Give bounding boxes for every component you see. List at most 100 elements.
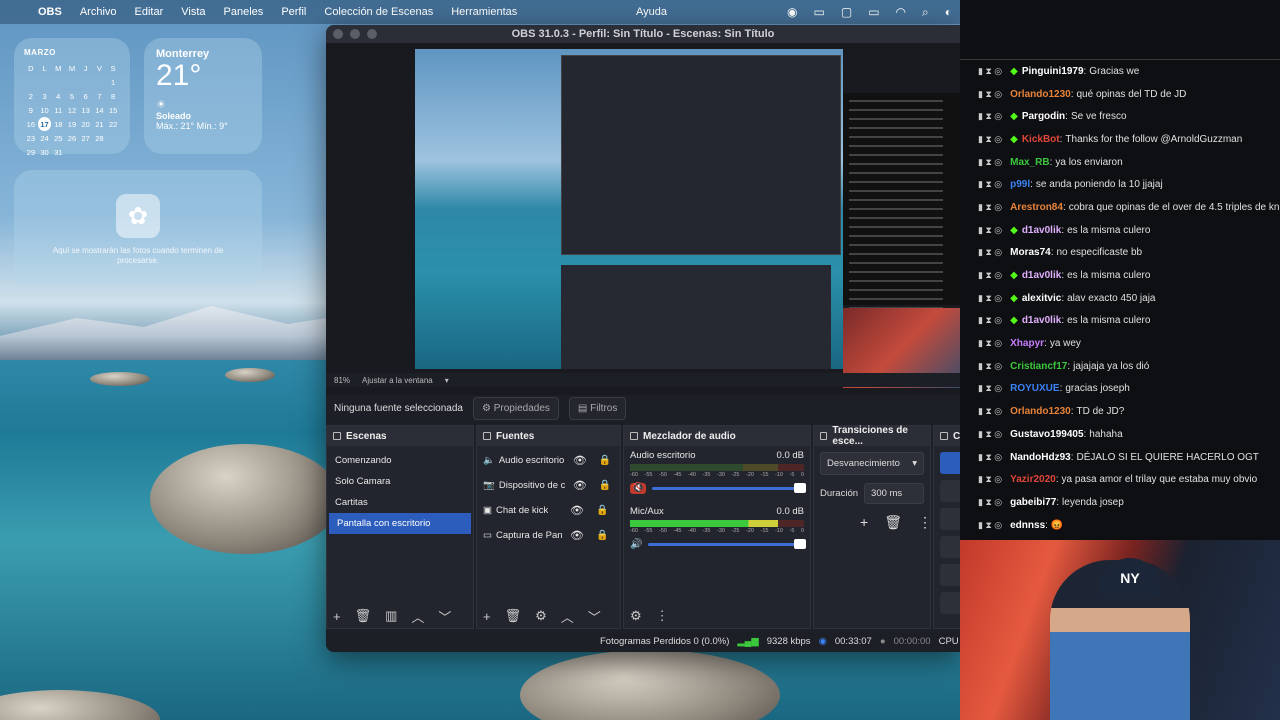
source-settings-button[interactable]: ⚙ <box>535 608 547 624</box>
transition-select[interactable]: Desvanecimiento ▾ <box>820 452 924 475</box>
display-icon[interactable]: ▢ <box>841 5 852 20</box>
chat-username[interactable]: alexitvic <box>1022 293 1061 304</box>
chat-username[interactable]: Cristiancf17 <box>1010 361 1067 372</box>
obs-titlebar[interactable]: OBS 31.0.3 - Perfil: Sin Título - Escena… <box>326 25 960 43</box>
scene-item[interactable]: Comenzando <box>327 450 473 471</box>
stream-button[interactable] <box>940 452 960 474</box>
menu-app-name[interactable]: OBS <box>38 6 62 18</box>
chat-username[interactable]: Moras74 <box>1010 247 1051 258</box>
exit-button[interactable] <box>940 592 960 614</box>
calendar-widget[interactable]: MARZO DLMMJVS 1 2345678 9 10 11 12 13 14 15 16… <box>14 38 130 157</box>
controls-header[interactable]: Co <box>934 426 960 446</box>
chat-username[interactable]: gabeibi77 <box>1010 497 1056 508</box>
move-down-button[interactable]: ﹀ <box>588 607 601 626</box>
add-transition-button[interactable]: + <box>860 514 868 531</box>
remove-transition-button[interactable]: 🗑 <box>884 514 902 531</box>
chat-username[interactable]: d1av0lik <box>1022 315 1061 326</box>
scene-item-selected[interactable]: Pantalla con escritorio <box>329 513 471 534</box>
move-up-button[interactable]: ︿ <box>561 607 574 626</box>
source-item[interactable]: ▭ Captura de Pan 👁 🔒 <box>477 523 620 548</box>
chat-username[interactable]: p99l <box>1010 179 1030 190</box>
chat-username[interactable]: KickBot <box>1022 134 1060 145</box>
fit-to-window[interactable]: Ajustar a la ventana <box>362 376 433 385</box>
control-center-icon[interactable]: ◐ <box>945 5 952 20</box>
volume-knob[interactable] <box>794 539 806 549</box>
mixer-menu-button[interactable]: ⋮ <box>656 608 669 624</box>
source-item[interactable]: 📷 Dispositivo de c 👁 🔒 <box>477 473 620 498</box>
menu-item[interactable]: Herramientas <box>451 6 517 18</box>
eye-icon[interactable]: 👁 <box>573 454 587 467</box>
menu-item[interactable]: Colección de Escenas <box>324 6 433 18</box>
day: 2 <box>28 91 33 101</box>
chat-username[interactable]: NandoHdz93 <box>1010 452 1071 463</box>
transition-menu-button[interactable]: ⋮ <box>918 514 932 531</box>
scene-filters-button[interactable]: ▥ <box>385 608 397 624</box>
chat-username[interactable]: Xhapyr <box>1010 338 1044 349</box>
chat-username[interactable]: Orlando1230 <box>1010 89 1071 100</box>
transitions-header[interactable]: Transiciones de esce... <box>814 425 930 447</box>
screen-recording-icon[interactable]: ▭ <box>814 5 825 20</box>
scene-item[interactable]: Solo Camara <box>327 471 473 492</box>
chat-username[interactable]: Pargodin <box>1022 111 1065 122</box>
mixer-settings-button[interactable]: ⚙ <box>630 608 642 624</box>
chat-username[interactable]: Max_RB <box>1010 157 1049 168</box>
studio-mode-button[interactable] <box>940 536 960 558</box>
move-up-button[interactable]: ︿ <box>411 607 424 626</box>
menu-item[interactable]: Editar <box>135 6 164 18</box>
photos-widget[interactable]: ✿ Aquí se mostrarán las fotos cuando ter… <box>14 170 262 286</box>
menu-item[interactable]: Paneles <box>224 6 264 18</box>
scenes-header[interactable]: Escenas <box>327 426 473 446</box>
source-item[interactable]: 🔈 Audio escritorio 👁 🔒 <box>477 448 620 473</box>
chat-username[interactable]: Orlando1230 <box>1010 406 1071 417</box>
volume-knob[interactable] <box>794 483 806 493</box>
chat-username[interactable]: d1av0lik <box>1022 225 1061 236</box>
menu-item[interactable]: Archivo <box>80 6 117 18</box>
chat-username[interactable]: Yazir2020 <box>1010 474 1056 485</box>
eye-icon[interactable]: 👁 <box>570 529 584 542</box>
properties-button[interactable]: ⚙ Propiedades <box>472 396 559 420</box>
speaker-icon[interactable]: 🔊 <box>630 539 642 550</box>
add-scene-button[interactable]: + <box>333 609 341 624</box>
eye-icon[interactable]: 👁 <box>573 479 587 492</box>
scene-item[interactable]: Cartitas <box>327 492 473 513</box>
weather-widget[interactable]: Monterrey 21° ☀ Soleado Máx.: 21° Mín.: … <box>144 38 262 154</box>
chat-username[interactable]: Gustavo199405 <box>1010 429 1083 440</box>
record-button[interactable] <box>940 480 960 502</box>
volume-slider[interactable] <box>652 483 806 493</box>
chat-username[interactable]: d1av0lik <box>1022 270 1061 281</box>
volume-slider[interactable] <box>648 539 806 549</box>
settings-button[interactable] <box>940 564 960 586</box>
virtual-camera-button[interactable] <box>940 508 960 530</box>
menu-item-help[interactable]: Ayuda <box>636 6 667 18</box>
obs-window[interactable]: OBS 31.0.3 - Perfil: Sin Título - Escena… <box>326 25 960 652</box>
chat-username[interactable]: Pinguini1979 <box>1022 66 1084 77</box>
menu-item[interactable]: Perfil <box>281 6 306 18</box>
filters-button[interactable]: ▤ Filtros <box>568 396 627 420</box>
lock-icon[interactable]: 🔒 <box>599 455 611 466</box>
audio-mixer-dock: Mezclador de audio Audio escritorio 0.0 d… <box>623 425 811 629</box>
mute-speaker-icon[interactable]: 🔇 <box>630 483 647 494</box>
battery-icon[interactable]: ▭ <box>868 5 879 20</box>
sources-header[interactable]: Fuentes <box>477 426 620 446</box>
camera-status-icon[interactable]: ◉ <box>787 5 797 20</box>
remove-source-button[interactable]: 🗑 <box>505 608 522 624</box>
menu-item[interactable]: Vista <box>181 6 205 18</box>
add-source-button[interactable]: + <box>483 609 491 624</box>
wifi-icon[interactable]: ◠ <box>896 5 906 20</box>
remove-scene-button[interactable]: 🗑 <box>355 608 372 624</box>
chat-username[interactable]: Arestron84 <box>1010 202 1063 213</box>
lock-icon[interactable]: 🔒 <box>596 505 608 516</box>
duration-stepper[interactable]: 300 ms <box>864 483 924 504</box>
search-icon[interactable]: ⌕ <box>922 5 929 20</box>
lock-icon[interactable]: 🔒 <box>596 530 608 541</box>
chevron-down-icon[interactable]: ▾ <box>445 376 449 385</box>
mod-badge-icon: ▮ ⧗ ◎ <box>978 88 1003 99</box>
lock-icon[interactable]: 🔒 <box>599 480 611 491</box>
eye-icon[interactable]: 👁 <box>570 504 584 517</box>
chat-username[interactable]: ednnss <box>1010 520 1045 531</box>
obs-preview[interactable] <box>326 43 960 395</box>
source-item[interactable]: ▣ Chat de kick 👁 🔒 <box>477 498 620 523</box>
chat-username[interactable]: ROYUXUE <box>1010 383 1059 394</box>
mixer-header[interactable]: Mezclador de audio <box>624 426 810 446</box>
move-down-button[interactable]: ﹀ <box>438 607 451 626</box>
